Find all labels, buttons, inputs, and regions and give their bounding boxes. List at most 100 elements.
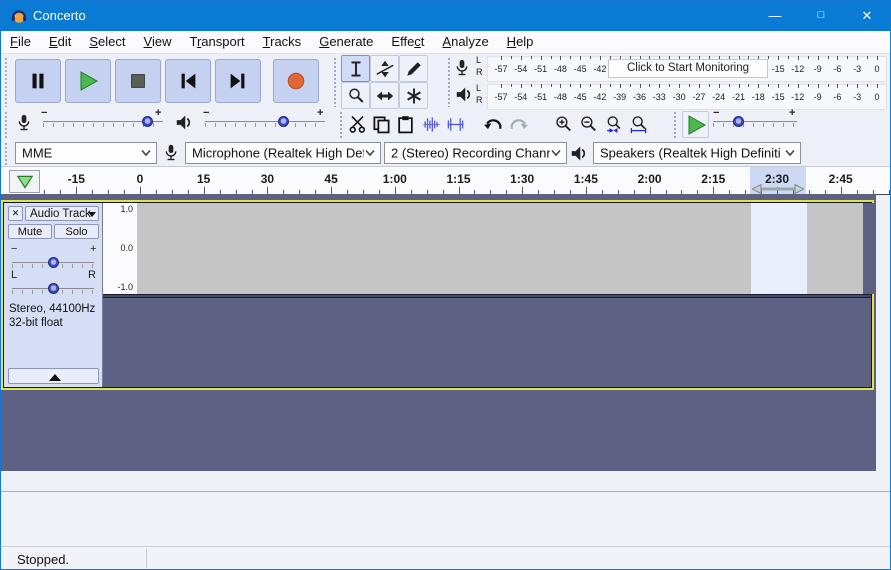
menu-file[interactable]: File xyxy=(1,31,40,53)
paste-button[interactable] xyxy=(393,111,418,137)
pencil-icon xyxy=(405,60,423,78)
audio-track-close-button[interactable]: ✕ xyxy=(8,206,23,221)
pause-button[interactable] xyxy=(15,59,61,103)
skip-to-end-button[interactable] xyxy=(215,59,261,103)
meter-tick-minor xyxy=(570,84,572,87)
zoom-selection-button[interactable] xyxy=(601,111,626,137)
record-icon xyxy=(285,70,307,92)
edit-toolbar-grip[interactable] xyxy=(339,111,344,139)
meter-tick-minor xyxy=(807,84,809,87)
transport-toolbar-grip[interactable] xyxy=(4,57,9,107)
ruler-major-tick xyxy=(585,187,587,194)
menu-view[interactable]: View xyxy=(135,31,181,53)
silence-audio-button[interactable] xyxy=(443,111,468,137)
tools-toolbar-grip[interactable] xyxy=(333,57,338,107)
meter-scale-value: -9 xyxy=(813,64,822,74)
recording-meter[interactable]: LR-57-54-51-48-45-42-39-36-33-30-27-24-2… xyxy=(453,55,889,82)
meter-tick-minor xyxy=(807,56,809,59)
menu-effect[interactable]: Effect xyxy=(382,31,433,53)
solo-button[interactable]: Solo xyxy=(54,224,99,239)
audio-host-select[interactable]: MME xyxy=(15,142,157,164)
close-button[interactable]: ✕ xyxy=(844,1,890,31)
skip-to-start-button[interactable] xyxy=(165,59,211,103)
envelope-tool[interactable] xyxy=(370,55,399,82)
pan-slider[interactable] xyxy=(12,281,94,297)
redo-icon xyxy=(508,116,529,133)
meter-tick-minor xyxy=(590,84,592,87)
multi-tool[interactable] xyxy=(399,82,428,109)
recording-volume-slider[interactable] xyxy=(43,113,163,131)
track-collapse-button[interactable] xyxy=(8,368,99,384)
timeshift-tool[interactable] xyxy=(370,82,399,109)
menu-generate[interactable]: Generate xyxy=(310,31,382,53)
meter-tick xyxy=(540,84,542,88)
play-speed-toolbar-grip[interactable] xyxy=(673,111,678,139)
recording-channels-select[interactable]: 2 (Stereo) Recording Channels xyxy=(384,142,567,164)
playback-volume-slider-thumb[interactable] xyxy=(278,116,289,127)
minimize-button[interactable]: — xyxy=(752,1,798,31)
selection-tool[interactable] xyxy=(341,55,370,82)
pan-left-label: L xyxy=(11,269,18,281)
meter-scale-value: -12 xyxy=(791,64,805,74)
play-at-speed-button[interactable] xyxy=(682,111,709,138)
device-toolbar-grip[interactable] xyxy=(4,142,9,166)
meter-channel-label-l: L xyxy=(476,83,482,93)
draw-tool[interactable] xyxy=(399,55,428,82)
meter-toolbar-grip[interactable] xyxy=(447,57,452,107)
track-info-line2: 32-bit float xyxy=(9,317,63,329)
menu-tracks[interactable]: Tracks xyxy=(254,31,311,53)
meter-scale-value: -30 xyxy=(672,92,686,102)
menu-analyze[interactable]: Analyze xyxy=(433,31,497,53)
meter-scale-value: -48 xyxy=(553,64,567,74)
ruler-time-label: 30 xyxy=(260,172,275,186)
stop-button[interactable] xyxy=(115,59,161,103)
cut-icon xyxy=(348,115,367,134)
vertical-ruler: 1.0 0.0 -1.0 xyxy=(103,203,138,294)
zoom-tool[interactable] xyxy=(341,82,370,109)
zoom-fit-icon xyxy=(629,115,648,134)
pan-slider-thumb[interactable] xyxy=(48,283,59,294)
mixer-toolbar-grip[interactable] xyxy=(4,111,9,139)
undo-icon xyxy=(483,116,504,133)
meter-tick xyxy=(857,84,859,88)
recording-device-select[interactable]: Microphone (Realtek High Defini xyxy=(185,142,381,164)
maximize-button[interactable]: □ xyxy=(798,1,844,31)
speaker-icon xyxy=(455,86,474,103)
zoom-out-button[interactable] xyxy=(576,111,601,137)
ruler-value: -1.0 xyxy=(117,282,133,292)
meter-scale-value: -6 xyxy=(833,92,842,102)
play-button[interactable] xyxy=(65,59,111,103)
gain-slider-thumb[interactable] xyxy=(48,257,59,268)
cut-button[interactable] xyxy=(345,111,370,137)
zoom-fit-button[interactable] xyxy=(626,111,651,137)
waveform-channel-1[interactable] xyxy=(137,203,875,294)
ruler-time-label: 2:45 xyxy=(828,172,853,186)
copy-button[interactable] xyxy=(369,111,394,137)
timeline-options-button[interactable] xyxy=(9,170,40,193)
meter-tick xyxy=(797,56,799,60)
meter-tick xyxy=(778,84,780,88)
meter-tick xyxy=(540,56,542,60)
device-speaker-icon xyxy=(570,145,589,162)
undo-button[interactable] xyxy=(481,111,506,137)
menu-transport[interactable]: Transport xyxy=(180,31,253,53)
trim-audio-button[interactable] xyxy=(419,111,444,137)
menu-help[interactable]: Help xyxy=(498,31,543,53)
mute-button[interactable]: Mute xyxy=(8,224,52,239)
timeline-ruler[interactable]: -15 0 15 30 45 1:00 1:15 1:30 1:45 2:00 2:15 2:30 2:… xyxy=(1,166,890,195)
playback-device-select[interactable]: Speakers (Realtek High Definiti xyxy=(593,142,801,164)
menu-edit[interactable]: Edit xyxy=(40,31,80,53)
meter-tick-minor xyxy=(748,84,750,87)
playback-volume-slider[interactable] xyxy=(205,113,325,131)
menu-select[interactable]: Select xyxy=(80,31,134,53)
zoom-in-button[interactable] xyxy=(551,111,576,137)
audio-track-title-button[interactable]: Audio Track xyxy=(25,206,99,221)
record-button[interactable] xyxy=(273,59,319,103)
redo-button[interactable] xyxy=(506,111,531,137)
meter-scale-value: -54 xyxy=(514,92,528,102)
ruler-major-tick xyxy=(649,187,651,194)
monitoring-overlay[interactable]: Click to Start Monitoring xyxy=(608,59,768,78)
playback-meter[interactable]: L R -57 -54 -51 -48 -45 -42 -39 -36 -33 -30 -27 -24 -2… xyxy=(453,83,889,110)
play-speed-slider[interactable] xyxy=(713,113,797,131)
gain-slider[interactable] xyxy=(12,255,94,271)
